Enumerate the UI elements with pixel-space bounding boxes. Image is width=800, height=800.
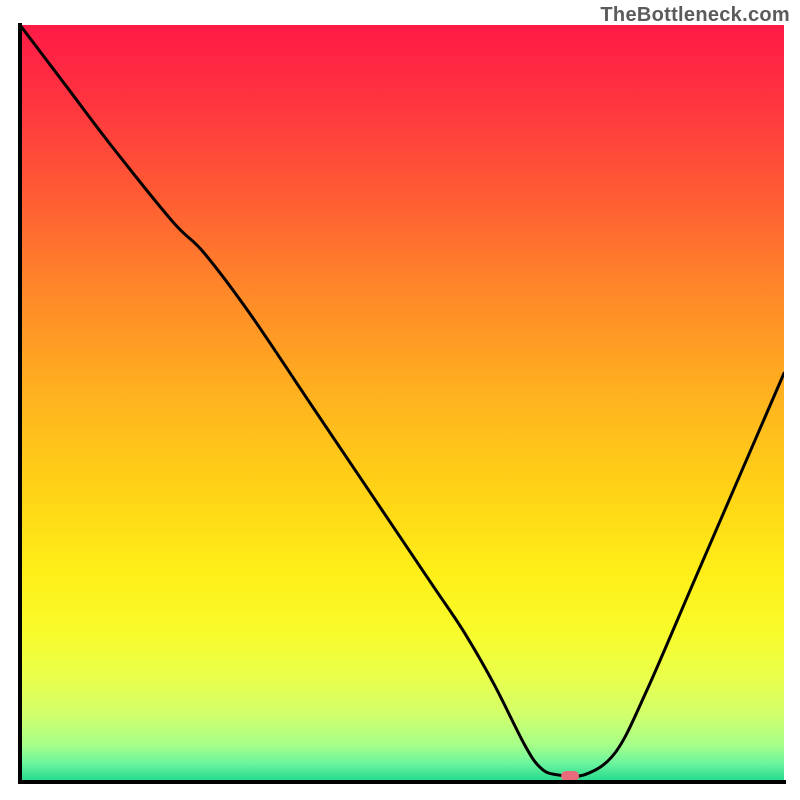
chart-frame: TheBottleneck.com — [0, 0, 800, 800]
bottleneck-chart — [0, 0, 800, 800]
gradient-background — [20, 25, 784, 782]
optimal-marker — [561, 771, 579, 781]
watermark-text: TheBottleneck.com — [600, 4, 790, 27]
